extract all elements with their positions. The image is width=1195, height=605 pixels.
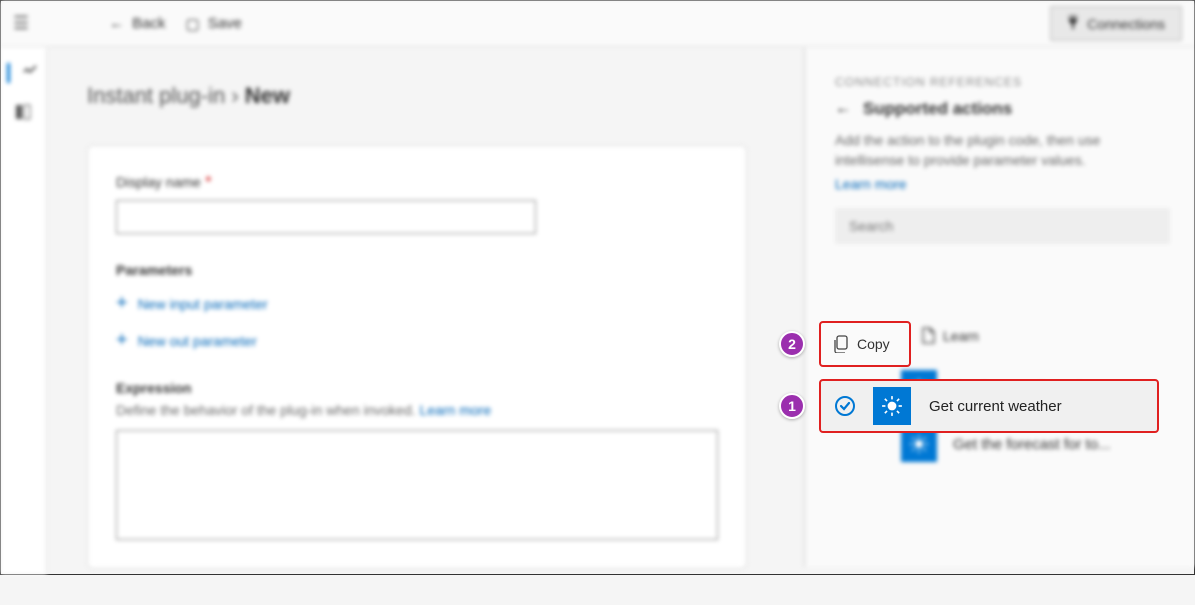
arrow-left-icon[interactable]: ← bbox=[835, 100, 851, 118]
required-indicator: * bbox=[205, 174, 211, 191]
action-label: Get forecast for today bbox=[953, 380, 1097, 397]
breadcrumb: Instant plug-in › New bbox=[87, 83, 747, 109]
action-item-forecast-today[interactable]: Get forecast for today bbox=[835, 360, 1170, 416]
search-input[interactable] bbox=[835, 208, 1170, 244]
new-output-param-button[interactable]: + New out parameter bbox=[116, 329, 718, 352]
display-name-label: Display name bbox=[116, 174, 201, 190]
iconbar-item-2[interactable] bbox=[14, 103, 34, 123]
learn-more-link[interactable]: Learn more bbox=[420, 402, 492, 418]
connections-label: Connections bbox=[1087, 16, 1165, 32]
breadcrumb-parent[interactable]: Instant plug-in bbox=[87, 83, 225, 108]
save-label: Save bbox=[208, 15, 242, 32]
action-item-forecast-tomorrow[interactable]: Get the forecast for to... bbox=[835, 416, 1170, 472]
main-content: Instant plug-in › New Display name * Par… bbox=[47, 47, 787, 605]
expression-desc: Define the behavior of the plug-in when … bbox=[116, 402, 718, 418]
expression-title: Expression bbox=[116, 380, 718, 396]
plug-icon bbox=[1067, 15, 1079, 32]
save-icon: ▢ bbox=[186, 15, 200, 33]
panel-title: Supported actions bbox=[863, 99, 1012, 119]
action-list: Get forecast for today Get the forecast … bbox=[835, 306, 1170, 472]
back-button[interactable]: ← Back bbox=[109, 15, 165, 32]
breadcrumb-current: New bbox=[245, 83, 290, 108]
form-card: Display name * Parameters + New input pa… bbox=[87, 145, 747, 569]
iconbar-item-active[interactable] bbox=[7, 63, 27, 83]
plus-icon: + bbox=[116, 292, 128, 315]
hamburger-icon[interactable]: ☰ bbox=[13, 13, 29, 34]
connection-references-panel: CONNECTION REFERENCES ← Supported action… bbox=[804, 47, 1194, 567]
weather-icon bbox=[901, 426, 937, 462]
expression-input[interactable] bbox=[116, 430, 718, 540]
arrow-left-icon: ← bbox=[109, 15, 124, 32]
weather-icon bbox=[901, 370, 937, 406]
breadcrumb-sep: › bbox=[231, 83, 238, 108]
connections-button[interactable]: Connections bbox=[1050, 6, 1182, 41]
display-name-input[interactable] bbox=[116, 200, 536, 234]
action-label: Get the forecast for to... bbox=[953, 436, 1111, 453]
topbar: ☰ ← Back ▢ Save Connections bbox=[1, 1, 1194, 47]
panel-desc: Add the action to the plugin code, then … bbox=[835, 131, 1170, 170]
new-input-label: New input parameter bbox=[138, 296, 268, 312]
back-label: Back bbox=[132, 15, 165, 32]
panel-label: CONNECTION REFERENCES bbox=[835, 75, 1170, 89]
plus-icon: + bbox=[116, 329, 128, 352]
save-button[interactable]: ▢ Save bbox=[186, 15, 242, 33]
new-output-label: New out parameter bbox=[138, 333, 257, 349]
panel-learn-more-link[interactable]: Learn more bbox=[835, 176, 1170, 192]
new-input-param-button[interactable]: + New input parameter bbox=[116, 292, 718, 315]
parameters-title: Parameters bbox=[116, 262, 718, 278]
left-iconbar bbox=[1, 47, 47, 574]
